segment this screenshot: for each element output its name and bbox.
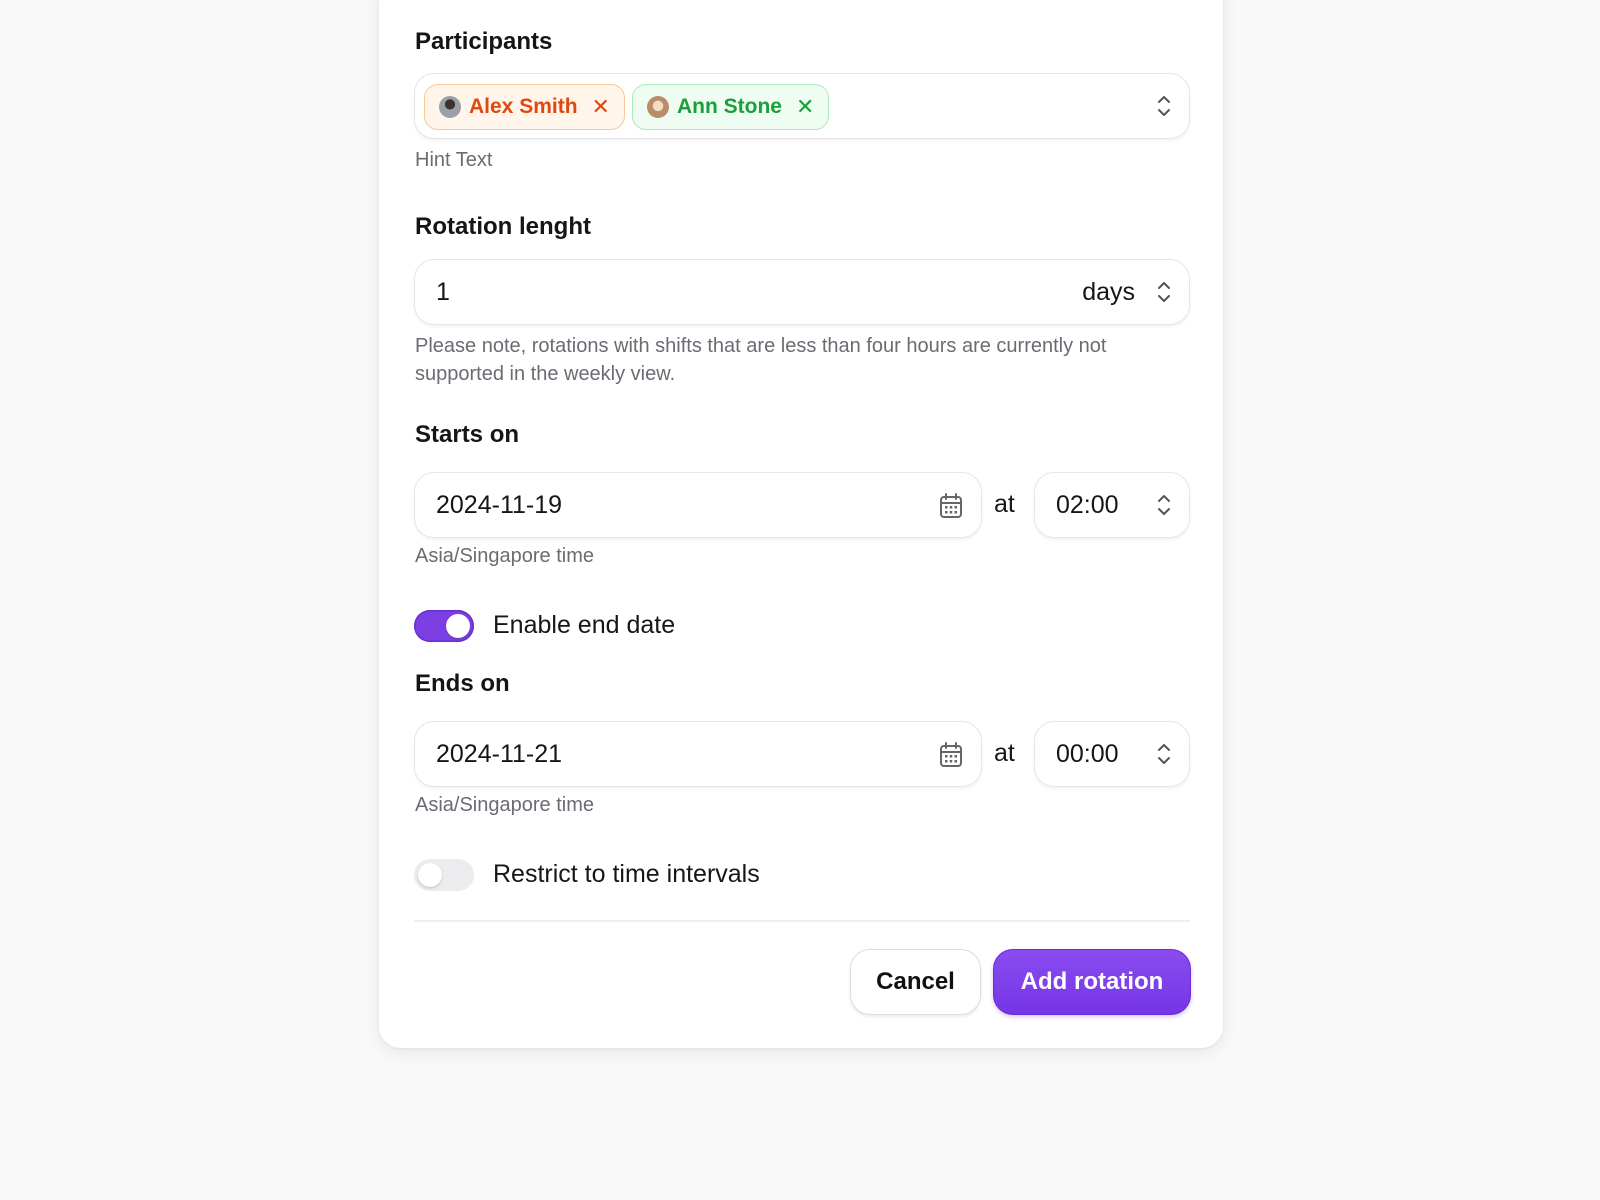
participants-select[interactable]: Alex Smith ✕ Ann Stone ✕ xyxy=(414,73,1190,139)
participants-hint: Hint Text xyxy=(415,149,493,171)
add-rotation-button[interactable]: Add rotation xyxy=(993,949,1191,1015)
rotation-length-field[interactable]: 1 days xyxy=(414,259,1190,325)
participant-name: Alex Smith xyxy=(469,95,578,118)
rotation-length-label: Rotation lenght xyxy=(415,213,591,240)
participant-chip-alex-smith: Alex Smith ✕ xyxy=(424,84,625,130)
rotation-length-note: Please note, rotations with shifts that … xyxy=(415,335,1107,385)
avatar xyxy=(439,96,461,118)
toggle-knob xyxy=(418,863,442,887)
chevron-up-down-icon[interactable] xyxy=(1157,493,1171,517)
footer-divider xyxy=(414,920,1190,922)
calendar-icon[interactable] xyxy=(939,493,963,519)
start-time-select[interactable]: 02:00 xyxy=(1034,472,1190,538)
participants-label: Participants xyxy=(415,28,553,55)
end-timezone: Asia/Singapore time xyxy=(415,794,594,816)
chevron-up-down-icon[interactable] xyxy=(1157,94,1171,118)
avatar xyxy=(647,96,669,118)
start-date-input[interactable]: 2024-11-19 xyxy=(414,472,982,538)
add-rotation-dialog: Participants Alex Smith ✕ Ann Stone ✕ Hi… xyxy=(379,0,1223,1048)
toggle-knob xyxy=(446,614,470,638)
end-date-value: 2024-11-21 xyxy=(436,740,563,768)
start-time-value: 02:00 xyxy=(1056,491,1119,519)
enable-end-date-label: Enable end date xyxy=(493,611,676,639)
end-date-input[interactable]: 2024-11-21 xyxy=(414,721,982,787)
chevron-up-down-icon[interactable] xyxy=(1157,280,1171,304)
end-at-label: at xyxy=(994,739,1015,767)
calendar-icon[interactable] xyxy=(939,742,963,768)
start-at-label: at xyxy=(994,490,1015,518)
end-time-value: 00:00 xyxy=(1056,740,1119,768)
starts-on-label: Starts on xyxy=(415,421,520,448)
restrict-intervals-toggle[interactable] xyxy=(414,859,474,891)
rotation-unit-select[interactable]: days xyxy=(1082,278,1135,307)
rotation-length-input[interactable]: 1 xyxy=(436,278,450,307)
start-date-value: 2024-11-19 xyxy=(436,491,563,519)
participant-name: Ann Stone xyxy=(677,95,782,118)
close-icon[interactable]: ✕ xyxy=(796,96,814,118)
chevron-up-down-icon[interactable] xyxy=(1157,742,1171,766)
cancel-button[interactable]: Cancel xyxy=(850,949,981,1015)
restrict-intervals-label: Restrict to time intervals xyxy=(493,860,760,888)
end-time-select[interactable]: 00:00 xyxy=(1034,721,1190,787)
participant-chip-ann-stone: Ann Stone ✕ xyxy=(632,84,830,130)
enable-end-date-toggle[interactable] xyxy=(414,610,474,642)
start-timezone: Asia/Singapore time xyxy=(415,545,594,567)
close-icon[interactable]: ✕ xyxy=(592,96,610,118)
ends-on-label: Ends on xyxy=(415,670,510,697)
